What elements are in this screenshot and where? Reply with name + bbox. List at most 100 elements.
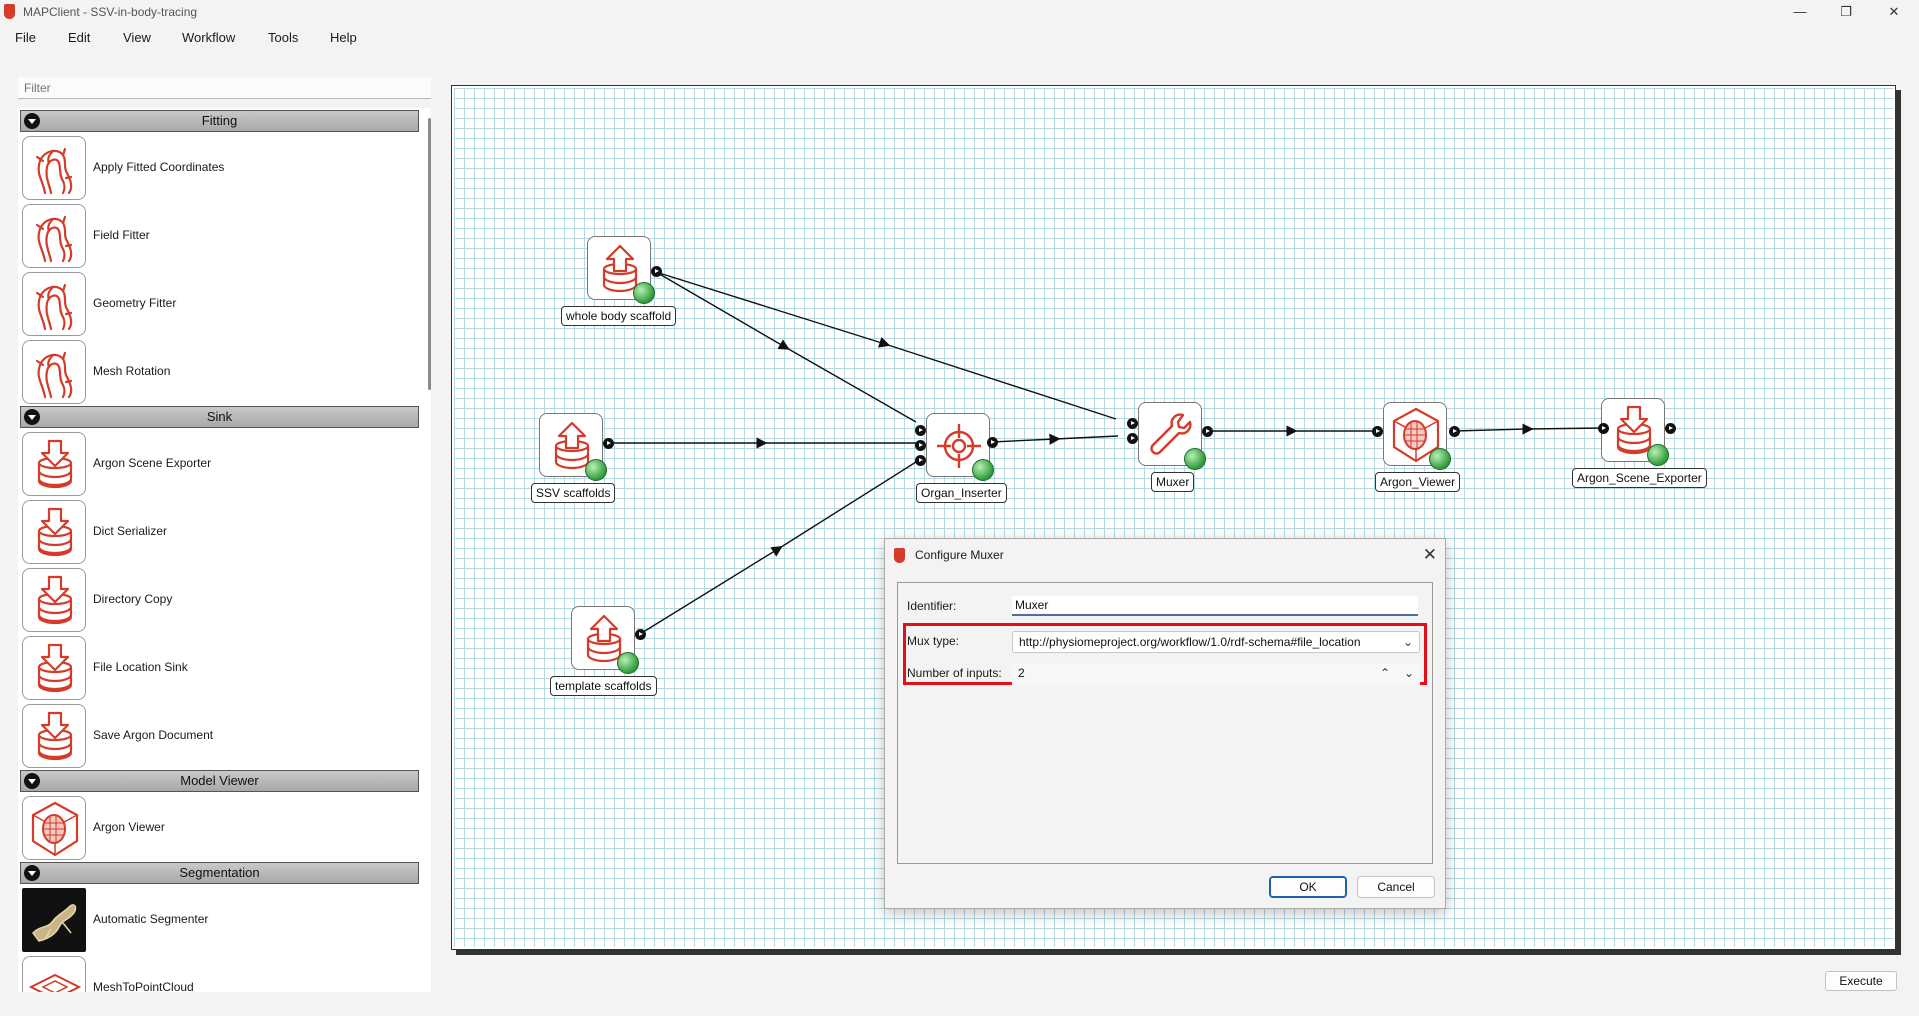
configured-status-icon	[972, 459, 994, 481]
input-port[interactable]	[915, 425, 926, 436]
dialog-close-button[interactable]: ✕	[1423, 545, 1437, 565]
point-cloud-icon	[22, 956, 86, 992]
step-argon-scene-exporter[interactable]: Argon Scene Exporter	[18, 430, 419, 498]
menu-file[interactable]: File	[15, 30, 36, 45]
inputs-label: Number of inputs:	[907, 666, 1002, 680]
menu-bar: File Edit View Workflow Tools Help	[0, 28, 1919, 50]
node-label: Muxer	[1151, 472, 1195, 492]
output-port[interactable]	[603, 438, 614, 449]
identifier-label: Identifier:	[907, 599, 957, 613]
app-icon	[894, 548, 905, 563]
collapse-icon[interactable]	[24, 773, 40, 789]
input-port[interactable]	[1127, 418, 1138, 429]
step-argon-viewer[interactable]: Argon Viewer	[18, 794, 419, 862]
minimize-button[interactable]: —	[1783, 2, 1817, 22]
bone-fit-icon	[22, 136, 86, 200]
output-port[interactable]	[1449, 426, 1460, 437]
ok-button[interactable]: OK	[1269, 876, 1347, 898]
input-port[interactable]	[915, 455, 926, 466]
output-port[interactable]	[1202, 426, 1213, 437]
input-port[interactable]	[1127, 433, 1138, 444]
configured-status-icon	[1647, 444, 1669, 466]
dialog-form: Identifier: Mux type: http://physiomepro…	[897, 582, 1433, 864]
step-label: Save Argon Document	[93, 728, 214, 742]
category-model-viewer[interactable]: Model Viewer	[20, 770, 419, 792]
node-whole-body-scaffold[interactable]	[587, 236, 655, 304]
category-label: Sink	[206, 409, 233, 424]
category-label: Fitting	[201, 113, 238, 128]
node-label: Organ_Inserter	[916, 483, 1007, 503]
download-database-icon	[22, 500, 86, 564]
menu-workflow[interactable]: Workflow	[182, 30, 235, 45]
step-list-scrollbar[interactable]	[428, 118, 431, 390]
input-port[interactable]	[915, 440, 926, 451]
title-bar: MAPClient - SSV-in-body-tracing — ❐ ✕	[0, 0, 1919, 24]
collapse-icon[interactable]	[24, 865, 40, 881]
category-segmentation[interactable]: Segmentation	[20, 862, 419, 884]
input-port[interactable]	[1372, 426, 1383, 437]
step-apply-fitted-coordinates[interactable]: Apply Fitted Coordinates	[18, 134, 419, 202]
collapse-icon[interactable]	[24, 409, 40, 425]
step-list: Fitting Apply Fitted Coordinates Field F…	[18, 108, 431, 992]
category-label: Segmentation	[179, 865, 260, 880]
download-database-icon	[22, 568, 86, 632]
configured-status-icon	[633, 282, 655, 304]
chevron-up-icon[interactable]: ⌃	[1380, 663, 1390, 683]
collapse-icon[interactable]	[24, 113, 40, 129]
node-template-scaffolds[interactable]	[571, 606, 639, 674]
connection-whole-to-organ	[655, 271, 917, 423]
step-geometry-fitter[interactable]: Geometry Fitter	[18, 270, 419, 338]
download-database-icon	[22, 636, 86, 700]
output-port[interactable]	[1665, 423, 1676, 434]
chevron-down-icon[interactable]: ⌄	[1404, 663, 1414, 683]
category-fitting[interactable]: Fitting	[20, 110, 419, 132]
connection-template-to-organ	[639, 461, 917, 635]
step-label: MeshToPointCloud	[93, 980, 194, 992]
cancel-button[interactable]: Cancel	[1357, 876, 1435, 898]
category-sink[interactable]: Sink	[20, 406, 419, 428]
argon-viewer-icon	[22, 796, 86, 860]
mux-type-select[interactable]: http://physiomeproject.org/workflow/1.0/…	[1012, 631, 1420, 653]
node-label: Argon_Viewer	[1375, 472, 1461, 492]
step-mesh-to-point-cloud[interactable]: MeshToPointCloud	[18, 954, 419, 992]
node-ssv-scaffolds[interactable]	[539, 413, 607, 481]
execute-button[interactable]: Execute	[1825, 971, 1897, 991]
step-automatic-segmenter[interactable]: Automatic Segmenter	[18, 886, 419, 954]
node-muxer[interactable]	[1138, 402, 1206, 470]
menu-help[interactable]: Help	[330, 30, 357, 45]
output-port[interactable]	[635, 629, 646, 640]
menu-edit[interactable]: Edit	[68, 30, 90, 45]
step-label: Apply Fitted Coordinates	[93, 160, 225, 174]
maximize-button[interactable]: ❐	[1829, 2, 1863, 22]
node-argon-viewer[interactable]	[1383, 402, 1451, 470]
close-button[interactable]: ✕	[1877, 2, 1911, 22]
download-database-icon	[22, 704, 86, 768]
step-directory-copy[interactable]: Directory Copy	[18, 566, 419, 634]
step-label: Dict Serializer	[93, 524, 168, 538]
bone-fit-icon	[22, 340, 86, 404]
mux-type-value: http://physiomeproject.org/workflow/1.0/…	[1019, 635, 1361, 649]
step-dict-serializer[interactable]: Dict Serializer	[18, 498, 419, 566]
step-mesh-rotation[interactable]: Mesh Rotation	[18, 338, 419, 406]
menu-view[interactable]: View	[123, 30, 151, 45]
step-save-argon-document[interactable]: Save Argon Document	[18, 702, 419, 770]
connection-organ-to-muxer	[991, 433, 1119, 445]
node-argon-scene-exporter[interactable]	[1601, 398, 1669, 466]
node-organ-inserter[interactable]	[926, 413, 994, 481]
bone-fit-icon	[22, 204, 86, 268]
step-label: File Location Sink	[93, 660, 188, 674]
segmenter-icon	[22, 888, 86, 952]
identifier-input[interactable]	[1012, 596, 1418, 616]
input-port[interactable]	[1598, 423, 1609, 434]
number-of-inputs-spinbox[interactable]: 2 ⌃ ⌄	[1012, 663, 1420, 685]
step-label: Geometry Fitter	[93, 296, 177, 310]
output-port[interactable]	[987, 437, 998, 448]
node-label: SSV scaffolds	[531, 483, 616, 503]
step-field-fitter[interactable]: Field Fitter	[18, 202, 419, 270]
node-label: whole body scaffold	[561, 306, 677, 326]
output-port[interactable]	[651, 266, 662, 277]
menu-tools[interactable]: Tools	[268, 30, 298, 45]
step-file-location-sink[interactable]: File Location Sink	[18, 634, 419, 702]
filter-input[interactable]	[18, 77, 431, 99]
step-label: Automatic Segmenter	[93, 912, 209, 926]
